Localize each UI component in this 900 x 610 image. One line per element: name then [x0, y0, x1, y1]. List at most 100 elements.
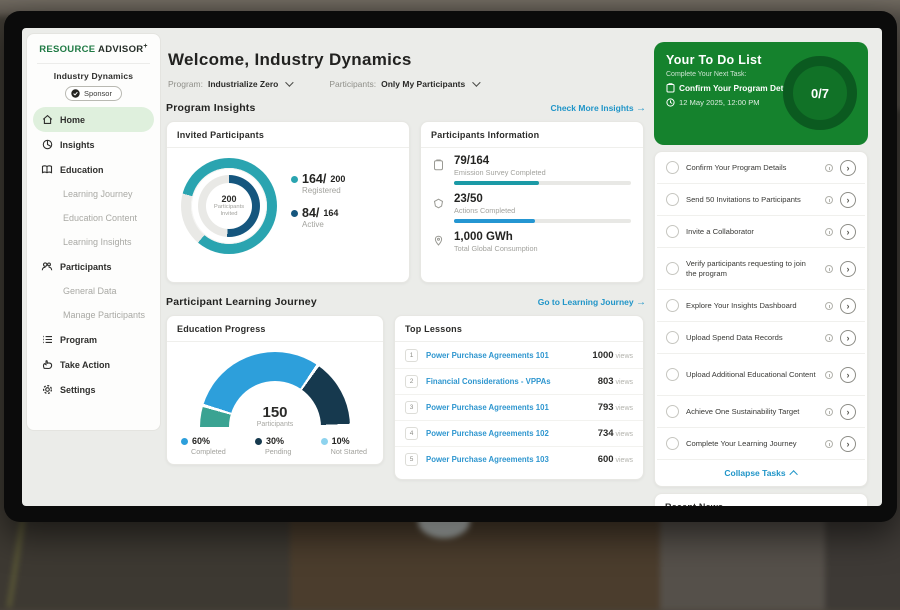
edu-legend-dot-2	[321, 438, 328, 445]
participants-select[interactable]: Participants: Only My Participants	[329, 79, 478, 89]
checkbox[interactable]	[666, 193, 679, 206]
settings-icon	[41, 384, 53, 396]
sidebar-item-manage-participants[interactable]: Manage Participants	[27, 303, 160, 327]
lesson-link[interactable]: Power Purchase Agreements 102	[426, 429, 598, 438]
checkbox[interactable]	[666, 405, 679, 418]
sidebar-item-program[interactable]: Program	[27, 327, 160, 352]
legend-label: Completed	[191, 447, 226, 456]
lesson-link[interactable]: Power Purchase Agreements 103	[426, 455, 598, 464]
collapse-tasks-link[interactable]: Collapse Tasks	[657, 460, 865, 486]
chevron-right-button[interactable]: ›	[840, 330, 856, 346]
education-progress-card: Education Progress 150 Participants 60% …	[166, 315, 384, 465]
participants-label: Participants:	[329, 79, 376, 89]
sidebar-item-insights[interactable]: Insights	[27, 132, 160, 157]
info-icon	[825, 196, 833, 204]
lesson-rank: 5	[405, 453, 418, 466]
checkbox[interactable]	[666, 368, 679, 381]
checkbox[interactable]	[666, 161, 679, 174]
checkbox[interactable]	[666, 299, 679, 312]
sidebar-item-general-data[interactable]: General Data	[27, 279, 160, 303]
check-more-insights-link[interactable]: Check More Insights →	[550, 103, 646, 114]
lesson-rank: 4	[405, 427, 418, 440]
chevron-right-button[interactable]: ›	[840, 404, 856, 420]
todo-item[interactable]: Send 50 Invitations to Participants ›	[657, 184, 865, 216]
clock-icon	[666, 98, 675, 107]
sidebar-item-label: Education Content	[63, 213, 137, 223]
info-row-emission: 79/164 Emission Survey Completed	[433, 155, 631, 185]
sidebar-item-learning-journey[interactable]: Learning Journey	[27, 182, 160, 206]
sidebar-item-home[interactable]: Home	[33, 107, 154, 132]
checkbox[interactable]	[666, 262, 679, 275]
lesson-row[interactable]: 5 Power Purchase Agreements 103 600 view…	[395, 446, 643, 472]
lesson-row[interactable]: 1 Power Purchase Agreements 101 1000 vie…	[395, 342, 643, 368]
program-value: Industrialize Zero	[208, 79, 278, 89]
todo-progress-value: 0/7	[811, 86, 829, 101]
sidebar-item-label: Settings	[60, 385, 96, 395]
education-icon	[41, 164, 53, 176]
sidebar-item-take-action[interactable]: Take Action	[27, 352, 160, 377]
todo-item[interactable]: Invite a Collaborator ›	[657, 216, 865, 248]
info-icon	[825, 302, 833, 310]
sidebar-item-education[interactable]: Education	[27, 157, 160, 182]
chevron-right-button[interactable]: ›	[840, 224, 856, 240]
invited-legend-dot-registered	[291, 176, 298, 183]
todo-item[interactable]: Complete Your Learning Journey ›	[657, 428, 865, 460]
todo-item-label: Upload Additional Educational Content	[686, 370, 818, 379]
education-legend: 60% Completed 30% Pending 10% Not Starte…	[167, 428, 383, 456]
info-label: Emission Survey Completed	[454, 168, 631, 177]
registered-label: Registered	[302, 186, 345, 195]
lesson-row[interactable]: 2 Financial Considerations - VPPAs 803 v…	[395, 368, 643, 394]
chevron-right-button[interactable]: ›	[840, 298, 856, 314]
arrow-right-icon: →	[636, 103, 646, 114]
sidebar-item-education-content[interactable]: Education Content	[27, 206, 160, 230]
todo-item[interactable]: Upload Spend Data Records ›	[657, 322, 865, 354]
sponsor-badge[interactable]: Sponsor	[65, 86, 122, 101]
sidebar-item-label: Participants	[60, 262, 112, 272]
lesson-row[interactable]: 4 Power Purchase Agreements 102 734 view…	[395, 420, 643, 446]
chevron-right-button[interactable]: ›	[840, 367, 856, 383]
go-to-learning-journey-link[interactable]: Go to Learning Journey →	[538, 297, 646, 308]
info-icon	[825, 265, 833, 273]
gauge-center-value: 150	[200, 405, 350, 420]
location-pin-icon	[433, 231, 446, 253]
lesson-views: 803 views	[598, 376, 633, 387]
todo-item[interactable]: Upload Additional Educational Content ›	[657, 354, 865, 396]
sidebar-item-learning-insights[interactable]: Learning Insights	[27, 230, 160, 254]
card-title: Invited Participants	[167, 122, 409, 148]
info-label: Total Global Consumption	[454, 244, 631, 253]
edu-legend-dot-1	[255, 438, 262, 445]
lesson-link[interactable]: Power Purchase Agreements 101	[426, 351, 592, 360]
lesson-link[interactable]: Financial Considerations - VPPAs	[426, 377, 598, 386]
todo-hero-card: Your To Do List Complete Your Next Task:…	[654, 42, 868, 145]
invited-legend-dot-active	[291, 210, 298, 217]
chevron-right-button[interactable]: ›	[840, 436, 856, 452]
insights-icon	[41, 139, 53, 151]
todo-item[interactable]: Confirm Your Program Details ›	[657, 152, 865, 184]
chevron-right-button[interactable]: ›	[840, 261, 856, 277]
logo-resource: RESOURCE	[39, 44, 95, 55]
dashboard-screen: RESOURCE ADVISOR+ Industry Dynamics Spon…	[22, 28, 882, 506]
todo-item[interactable]: Achieve One Sustainability Target ›	[657, 396, 865, 428]
sidebar-item-settings[interactable]: Settings	[27, 377, 160, 402]
participants-information-card: Participants Information 79/164 Emission…	[420, 121, 644, 283]
sidebar-item-label: Manage Participants	[63, 310, 145, 320]
todo-item[interactable]: Verify participants requesting to join t…	[657, 248, 865, 290]
sidebar-item-label: Home	[60, 115, 85, 125]
lesson-row[interactable]: 3 Power Purchase Agreements 101 793 view…	[395, 394, 643, 420]
sidebar-item-participants[interactable]: Participants	[27, 254, 160, 279]
chevron-right-button[interactable]: ›	[840, 192, 856, 208]
sidebar-nav: Home Insights Education Learning Journey…	[27, 107, 160, 402]
checkbox[interactable]	[666, 331, 679, 344]
lesson-link[interactable]: Power Purchase Agreements 101	[426, 403, 598, 412]
donut-center-value: 200	[221, 194, 236, 204]
chevron-down-icon	[286, 78, 294, 86]
sidebar-item-label: Learning Journey	[63, 189, 133, 199]
invited-donut-outer: 200 ParticipantsInvited	[181, 158, 277, 254]
chevron-right-button[interactable]: ›	[840, 160, 856, 176]
program-select[interactable]: Program: Industrialize Zero	[168, 79, 291, 89]
checkbox[interactable]	[666, 437, 679, 450]
checkbox[interactable]	[666, 225, 679, 238]
progress-track	[454, 181, 631, 185]
todo-item[interactable]: Explore Your Insights Dashboard ›	[657, 290, 865, 322]
todo-list-card: Confirm Your Program Details › Send 50 I…	[654, 151, 868, 487]
